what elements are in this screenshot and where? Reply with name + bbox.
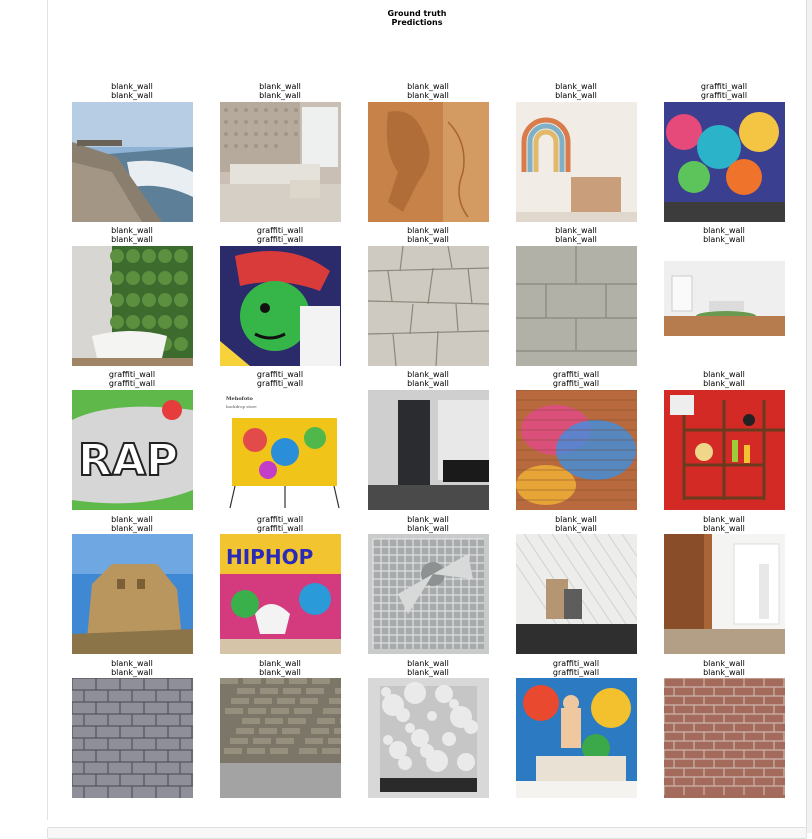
prediction-label: blank_wall: [703, 524, 745, 533]
image-thumbnail-graffiti-face: [220, 246, 341, 366]
image-thumbnail-graffiti-kid-bed: [516, 678, 637, 798]
image-thumbnail-white-room: [664, 246, 785, 366]
image-thumbnail-stone-wall: [368, 246, 489, 366]
image-thumbnail-red-shelf-wall: [664, 390, 785, 510]
ground-truth-label: blank_wall: [555, 515, 597, 524]
prediction-label: blank_wall: [555, 235, 597, 244]
ground-truth-label: blank_wall: [111, 82, 153, 91]
prediction-label: blank_wall: [703, 379, 745, 388]
image-thumbnail-green-wall-bathroom: [72, 246, 193, 366]
image-thumbnail-seaside-promenade: [72, 102, 193, 222]
ground-truth-label: blank_wall: [259, 82, 301, 91]
prediction-label: graffiti_wall: [552, 668, 600, 677]
image-thumbnail-industrial-fan: [368, 534, 489, 654]
image-thumbnail-graffiti-backdrop: Mehofoto backdrop store: [220, 390, 341, 510]
ground-truth-label: graffiti_wall: [256, 515, 304, 524]
ground-truth-label: blank_wall: [407, 82, 449, 91]
image-thumbnail-bokeh-backdrop: [368, 678, 489, 798]
image-thumbnail-painted-brick: [516, 390, 637, 510]
ground-truth-label: graffiti_wall: [256, 370, 304, 379]
image-thumbnail-graffiti-hiphop-chair: HIPHOP: [220, 534, 341, 654]
image-thumbnail-dark-doorway: [368, 390, 489, 510]
svg-text:RAP: RAP: [78, 435, 178, 486]
ground-truth-label: blank_wall: [407, 659, 449, 668]
image-thumbnail-white-tile-room: [516, 534, 637, 654]
ground-truth-label: graffiti_wall: [108, 370, 156, 379]
backdrop-caption-line1: Mehofoto: [226, 396, 253, 402]
prediction-label: blank_wall: [555, 524, 597, 533]
ground-truth-label: blank_wall: [407, 370, 449, 379]
svg-text:HIPHOP: HIPHOP: [226, 545, 313, 569]
prediction-label: blank_wall: [407, 379, 449, 388]
prediction-label: blank_wall: [703, 668, 745, 677]
next-notebook-cell[interactable]: [47, 827, 807, 839]
prediction-label: blank_wall: [111, 91, 153, 100]
ground-truth-label: graffiti_wall: [552, 659, 600, 668]
prediction-label: blank_wall: [407, 235, 449, 244]
backdrop-caption-line2: backdrop store: [226, 404, 257, 409]
prediction-label: blank_wall: [111, 668, 153, 677]
ground-truth-label: graffiti_wall: [256, 226, 304, 235]
scrollbar[interactable]: [806, 0, 812, 833]
prediction-label: graffiti_wall: [700, 91, 748, 100]
ground-truth-label: blank_wall: [703, 226, 745, 235]
ground-truth-label: graffiti_wall: [552, 370, 600, 379]
image-thumbnail-rainbow-nursery: [516, 102, 637, 222]
prediction-label: graffiti_wall: [256, 379, 304, 388]
prediction-label: blank_wall: [259, 668, 301, 677]
prediction-label: graffiti_wall: [552, 379, 600, 388]
ground-truth-label: blank_wall: [111, 659, 153, 668]
image-thumbnail-carved-wood-relief: [368, 102, 489, 222]
figure-title-predictions: Predictions: [391, 18, 443, 27]
prediction-label: blank_wall: [555, 91, 597, 100]
prediction-label: blank_wall: [259, 91, 301, 100]
image-thumbnail-grey-brick: [72, 678, 193, 798]
ground-truth-label: blank_wall: [555, 226, 597, 235]
ground-truth-label: blank_wall: [111, 515, 153, 524]
image-thumbnail-graffiti-rap: RAP: [72, 390, 193, 510]
prediction-label: blank_wall: [111, 235, 153, 244]
ground-truth-label: blank_wall: [111, 226, 153, 235]
image-thumbnail-great-wall-tower: [72, 534, 193, 654]
image-thumbnail-slate-stone-wall: [220, 678, 341, 798]
ground-truth-label: blank_wall: [407, 226, 449, 235]
ground-truth-label: blank_wall: [703, 659, 745, 668]
image-thumbnail-colorful-mural: [664, 102, 785, 222]
ground-truth-label: blank_wall: [259, 659, 301, 668]
figure-title-ground-truth: Ground truth: [387, 9, 447, 18]
prediction-label: graffiti_wall: [256, 235, 304, 244]
prediction-label: graffiti_wall: [256, 524, 304, 533]
ground-truth-label: graffiti_wall: [700, 82, 748, 91]
prediction-label: blank_wall: [407, 668, 449, 677]
prediction-label: blank_wall: [111, 524, 153, 533]
image-thumbnail-red-brick: [664, 678, 785, 798]
prediction-label: blank_wall: [407, 91, 449, 100]
prediction-label: graffiti_wall: [108, 379, 156, 388]
image-thumbnail-tufted-headboard-lounge: [220, 102, 341, 222]
ground-truth-label: blank_wall: [703, 515, 745, 524]
image-thumbnail-grey-tiles: [516, 246, 637, 366]
ground-truth-label: blank_wall: [703, 370, 745, 379]
prediction-label: blank_wall: [407, 524, 449, 533]
ground-truth-label: blank_wall: [555, 82, 597, 91]
prediction-label: blank_wall: [703, 235, 745, 244]
ground-truth-label: blank_wall: [407, 515, 449, 524]
image-thumbnail-wood-panel-hall: [664, 534, 785, 654]
